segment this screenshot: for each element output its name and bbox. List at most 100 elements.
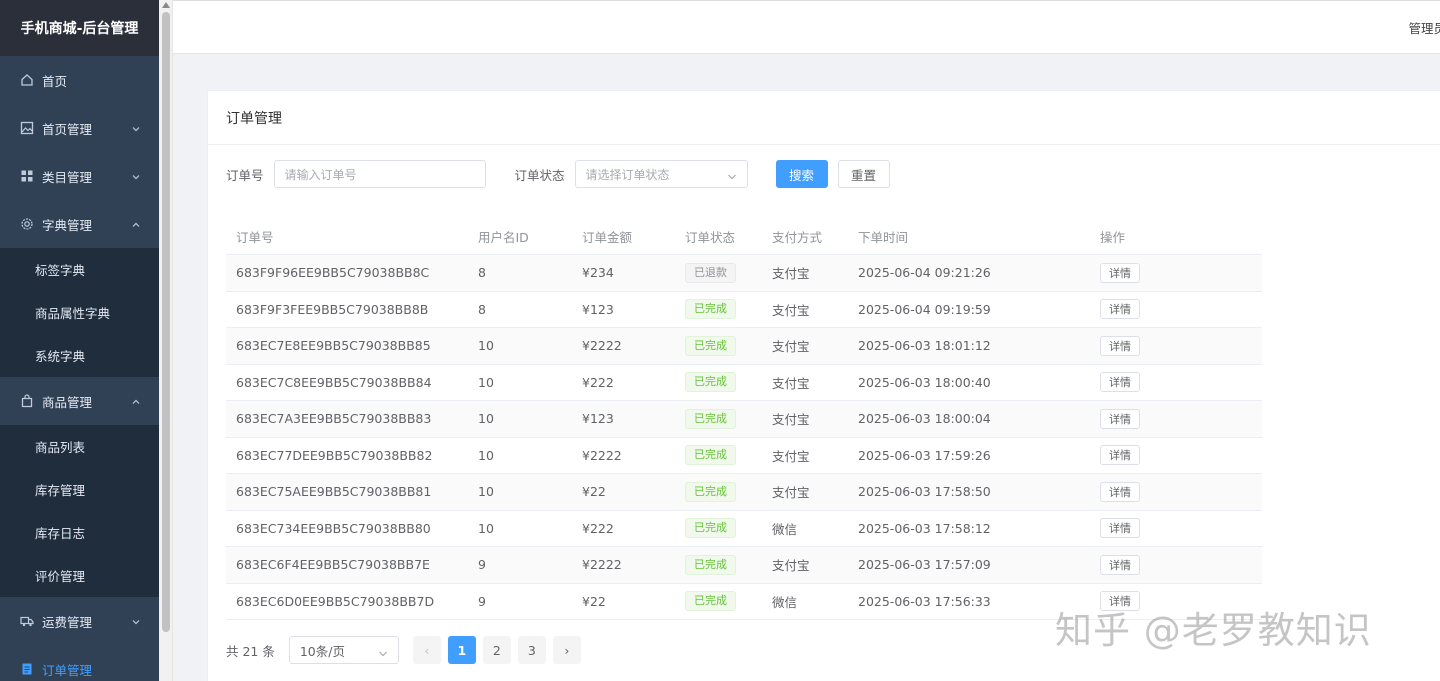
cell-actions: 详情 <box>1090 445 1262 466</box>
table-row: 683F9F3FEE9BB5C79038BB8B 8 ¥123 已完成 支付宝 2025-… <box>226 292 1262 328</box>
status-badge: 已完成 <box>685 481 736 502</box>
table-row: 683EC7A3EE9BB5C79038BB83 10 ¥123 已完成 支付宝 2025… <box>226 401 1262 438</box>
prev-page-button[interactable]: ‹ <box>412 636 441 664</box>
cell-actions: 详情 <box>1090 335 1262 356</box>
cell-order-no: 683F9F3FEE9BB5C79038BB8B <box>236 301 429 317</box>
sidebar-item-review-management[interactable]: 评价管理 <box>0 554 159 597</box>
user-menu[interactable]: 管理员 <box>1408 18 1440 37</box>
sidebar-item-home[interactable]: 首页 <box>0 56 159 104</box>
sidebar-item-shipping-management[interactable]: 运费管理 <box>0 597 159 645</box>
col-header-payment: 支付方式 <box>772 230 823 245</box>
chevron-down-icon <box>131 616 141 626</box>
table-row: 683EC77DEE9BB5C79038BB82 10 ¥2222 已完成 支付宝 202… <box>226 438 1262 474</box>
cell-payment: 支付宝 <box>772 375 810 391</box>
detail-button[interactable]: 详情 <box>1100 335 1140 356</box>
cell-amount: ¥22 <box>582 593 606 609</box>
cell-payment: 支付宝 <box>772 266 810 282</box>
detail-button[interactable]: 详情 <box>1100 554 1140 575</box>
order-no-label: 订单号 <box>226 167 264 183</box>
search-form: 订单号 请输入订单号 订单状态 请选择订单状态 搜索 重置 <box>226 159 890 189</box>
chevron-down-icon <box>727 170 737 180</box>
order-no-input[interactable]: 请输入订单号 <box>273 160 486 188</box>
detail-button[interactable]: 详情 <box>1100 372 1140 393</box>
detail-button[interactable]: 详情 <box>1100 299 1140 320</box>
sidebar-item-order-management[interactable]: 订单管理 <box>0 645 159 681</box>
status-badge: 已完成 <box>685 554 736 575</box>
sidebar-item-label: 字典管理 <box>42 217 93 233</box>
sidebar-item-inventory-management[interactable]: 库存管理 <box>0 468 159 511</box>
cell-amount: ¥22 <box>582 484 606 500</box>
col-header-time: 下单时间 <box>858 230 909 245</box>
order-status-label: 订单状态 <box>514 167 565 183</box>
cell-status: 已完成 <box>675 335 762 356</box>
detail-button[interactable]: 详情 <box>1100 262 1140 283</box>
pagination: 共 21 条 10条/页 ‹ 1 2 3 › <box>226 636 588 664</box>
cell-amount: ¥2222 <box>582 557 622 573</box>
sidebar-item-label: 首页 <box>42 73 68 89</box>
cell-amount: ¥234 <box>582 265 614 281</box>
sidebar-scrollbar[interactable] <box>159 0 173 681</box>
scrollbar-thumb[interactable] <box>162 12 170 632</box>
page-1-button[interactable]: 1 <box>447 636 476 664</box>
cell-user-id: 9 <box>478 557 486 573</box>
sidebar-item-category-management[interactable]: 类目管理 <box>0 152 159 200</box>
page-3-button[interactable]: 3 <box>517 636 546 664</box>
cell-actions: 详情 <box>1090 518 1262 539</box>
sidebar-item-system-dictionary[interactable]: 系统字典 <box>0 334 159 377</box>
cell-status: 已完成 <box>675 518 762 539</box>
page-2-button[interactable]: 2 <box>482 636 511 664</box>
home-icon <box>20 73 34 87</box>
cell-order-no: 683EC75AEE9BB5C79038BB81 <box>236 484 432 500</box>
cell-actions: 详情 <box>1090 408 1262 429</box>
cell-payment: 支付宝 <box>772 448 810 464</box>
search-button[interactable]: 搜索 <box>775 160 828 188</box>
sidebar-item-product-management[interactable]: 商品管理 <box>0 377 159 425</box>
total-count: 共 21 条 <box>226 643 275 659</box>
cell-order-no: 683EC7A3EE9BB5C79038BB83 <box>236 411 432 427</box>
col-header-actions: 操作 <box>1100 230 1126 245</box>
chevron-up-icon <box>131 396 141 406</box>
next-page-button[interactable]: › <box>552 636 581 664</box>
cell-amount: ¥2222 <box>582 447 622 463</box>
sidebar-item-tag-dictionary[interactable]: 标签字典 <box>0 248 159 291</box>
cell-user-id: 10 <box>478 338 494 354</box>
col-header-status: 订单状态 <box>685 230 736 245</box>
cell-actions: 详情 <box>1090 372 1262 393</box>
status-badge: 已完成 <box>685 518 736 539</box>
detail-button[interactable]: 详情 <box>1100 408 1140 429</box>
cell-time: 2025-06-03 17:57:09 <box>858 557 991 573</box>
col-header-order-no: 订单号 <box>236 230 274 245</box>
detail-button[interactable]: 详情 <box>1100 518 1140 539</box>
cell-order-no: 683F9F96EE9BB5C79038BB8C <box>236 265 430 281</box>
order-status-placeholder: 请选择订单状态 <box>585 167 670 182</box>
sidebar-item-home-management[interactable]: 首页管理 <box>0 104 159 152</box>
page-size-select[interactable]: 10条/页 <box>288 636 399 664</box>
cell-payment: 支付宝 <box>772 485 810 501</box>
sidebar-item-dictionary-management[interactable]: 字典管理 <box>0 200 159 248</box>
cell-user-id: 10 <box>478 520 494 536</box>
col-header-amount: 订单金额 <box>582 230 633 245</box>
sidebar-item-product-list[interactable]: 商品列表 <box>0 425 159 468</box>
scroll-up-arrow-icon[interactable] <box>162 2 170 8</box>
status-badge: 已完成 <box>685 408 736 429</box>
sidebar-item-product-attribute-dictionary[interactable]: 商品属性字典 <box>0 291 159 334</box>
detail-button[interactable]: 详情 <box>1100 481 1140 502</box>
status-badge: 已完成 <box>685 299 736 320</box>
order-status-select[interactable]: 请选择订单状态 <box>574 160 748 188</box>
cell-time: 2025-06-03 17:58:12 <box>858 520 991 536</box>
cell-amount: ¥2222 <box>582 338 622 354</box>
cell-amount: ¥222 <box>582 374 614 390</box>
detail-button[interactable]: 详情 <box>1100 445 1140 466</box>
sidebar-item-label: 类目管理 <box>42 169 93 185</box>
reset-button[interactable]: 重置 <box>837 160 890 188</box>
sidebar-item-label: 订单管理 <box>42 662 93 678</box>
cell-time: 2025-06-03 18:00:40 <box>858 374 991 390</box>
truck-icon <box>20 614 34 628</box>
grid-icon <box>20 169 34 183</box>
chevron-down-icon <box>378 646 388 657</box>
chevron-down-icon <box>131 123 141 133</box>
cell-user-id: 9 <box>478 593 486 609</box>
sidebar-item-inventory-log[interactable]: 库存日志 <box>0 511 159 554</box>
cell-order-no: 683EC7C8EE9BB5C79038BB84 <box>236 374 432 390</box>
cell-status: 已退款 <box>675 262 762 283</box>
